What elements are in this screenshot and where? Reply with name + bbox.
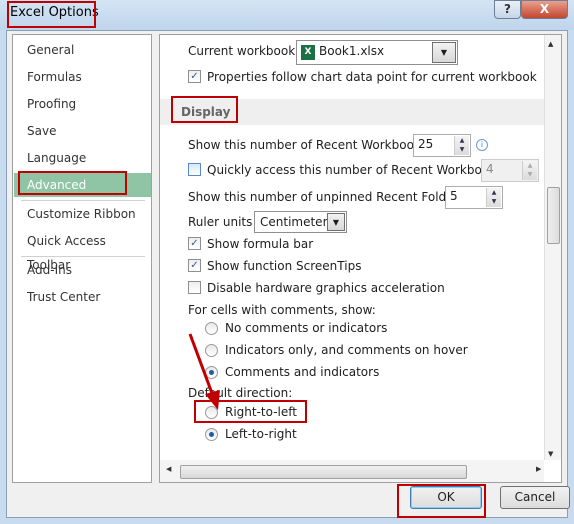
annotation-arrow-icon (188, 333, 220, 410)
